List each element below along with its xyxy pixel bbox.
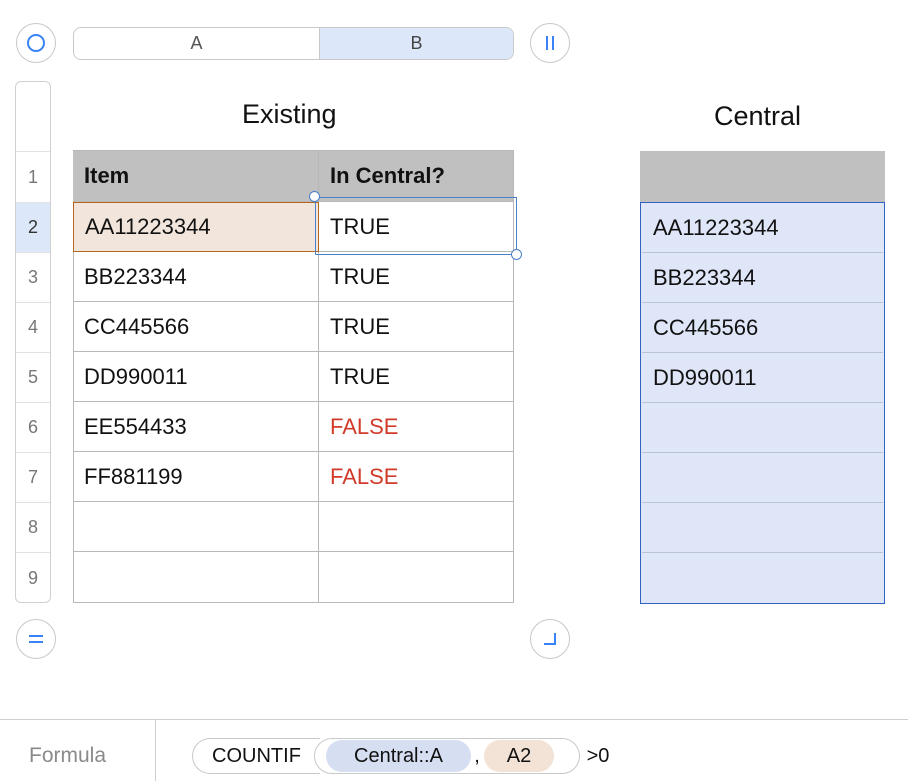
cell-b2[interactable]: TRUE bbox=[319, 202, 514, 252]
formula-arg-a2[interactable]: A2 bbox=[484, 740, 554, 772]
selection-handle-bottom[interactable] bbox=[511, 249, 522, 260]
table-options-button[interactable] bbox=[16, 23, 56, 63]
header-in-central[interactable]: In Central? bbox=[319, 151, 514, 202]
cell-a2[interactable]: AA11223344 bbox=[73, 202, 319, 252]
cell-a4[interactable]: CC445566 bbox=[73, 302, 319, 352]
formula-separator bbox=[155, 720, 156, 781]
cell-a9[interactable] bbox=[73, 552, 319, 603]
equals-icon bbox=[29, 635, 43, 643]
add-column-handle[interactable] bbox=[530, 23, 570, 63]
cell-b9[interactable] bbox=[319, 552, 514, 603]
add-row-handle[interactable] bbox=[16, 619, 56, 659]
cell-b4[interactable]: TRUE bbox=[319, 302, 514, 352]
cell-b6[interactable]: FALSE bbox=[319, 402, 514, 452]
column-header-b[interactable]: B bbox=[320, 28, 513, 59]
double-bar-icon bbox=[546, 36, 554, 50]
header-item[interactable]: Item bbox=[73, 151, 319, 202]
existing-table-title[interactable]: Existing bbox=[242, 99, 337, 130]
cell-a5[interactable]: DD990011 bbox=[73, 352, 319, 402]
formula-function-token[interactable]: COUNTIF bbox=[192, 738, 320, 774]
corner-resize-icon bbox=[544, 633, 556, 645]
formula-suffix: >0 bbox=[586, 744, 610, 767]
row-header-2[interactable]: 2 bbox=[16, 202, 50, 252]
row-header-strip: 1 2 3 4 5 6 7 8 9 bbox=[15, 81, 51, 603]
cell-b5[interactable]: TRUE bbox=[319, 352, 514, 402]
resize-table-handle[interactable] bbox=[530, 619, 570, 659]
central-cell-4[interactable]: CC445566 bbox=[642, 303, 883, 353]
row-header-5[interactable]: 5 bbox=[16, 352, 50, 402]
selection-handle-top[interactable] bbox=[309, 191, 320, 202]
formula-label: Formula bbox=[29, 744, 107, 767]
formula-bar: Formula COUNTIF Central::A , A2 >0 bbox=[0, 719, 908, 781]
cell-a7[interactable]: FF881199 bbox=[73, 452, 319, 502]
circle-icon bbox=[27, 34, 45, 52]
row-header-3[interactable]: 3 bbox=[16, 252, 50, 302]
central-table-title[interactable]: Central bbox=[714, 101, 801, 132]
central-header-cell[interactable] bbox=[640, 151, 885, 202]
cell-a6[interactable]: EE554433 bbox=[73, 402, 319, 452]
central-cell-8[interactable] bbox=[642, 503, 883, 553]
central-cell-9[interactable] bbox=[642, 553, 883, 602]
row-header-4[interactable]: 4 bbox=[16, 302, 50, 352]
row-header-8[interactable]: 8 bbox=[16, 502, 50, 552]
column-header-bar: A B bbox=[73, 27, 514, 60]
central-cell-5[interactable]: DD990011 bbox=[642, 353, 883, 403]
row-header-7[interactable]: 7 bbox=[16, 452, 50, 502]
column-header-a[interactable]: A bbox=[74, 28, 320, 59]
central-cell-3[interactable]: BB223344 bbox=[642, 253, 883, 303]
formula-arg-central-range[interactable]: Central::A bbox=[326, 740, 471, 772]
central-cell-7[interactable] bbox=[642, 453, 883, 503]
central-cell-6[interactable] bbox=[642, 403, 883, 453]
row-header-6[interactable]: 6 bbox=[16, 402, 50, 452]
cell-b3[interactable]: TRUE bbox=[319, 252, 514, 302]
row-header-1[interactable]: 1 bbox=[16, 151, 50, 202]
formula-comma: , bbox=[474, 744, 480, 767]
cell-b8[interactable] bbox=[319, 502, 514, 552]
cell-a8[interactable] bbox=[73, 502, 319, 552]
cell-b7[interactable]: FALSE bbox=[319, 452, 514, 502]
row-header-9[interactable]: 9 bbox=[16, 552, 50, 602]
cell-a3[interactable]: BB223344 bbox=[73, 252, 319, 302]
central-cell-2[interactable]: AA11223344 bbox=[642, 204, 883, 253]
